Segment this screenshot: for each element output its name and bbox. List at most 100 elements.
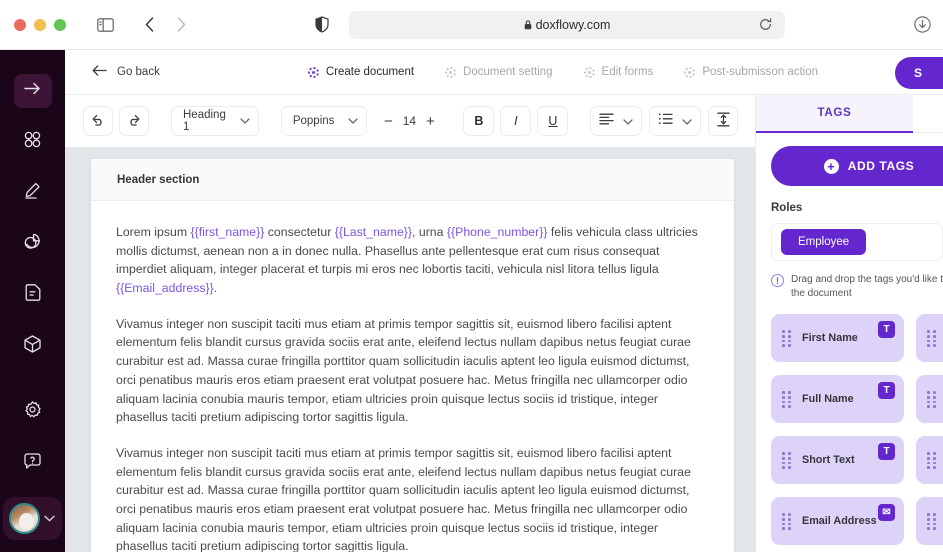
tag-card[interactable]: Signature✎	[916, 497, 943, 546]
sidebar-toggle-icon[interactable]	[92, 12, 118, 38]
save-button-label: S	[913, 66, 922, 80]
header-section-band: Header section	[91, 159, 734, 201]
underline-label: U	[548, 114, 558, 128]
drag-handle-icon[interactable]	[782, 391, 791, 408]
info-icon: !	[771, 274, 784, 287]
list-style-select[interactable]	[649, 106, 702, 136]
drag-handle-icon[interactable]	[927, 452, 936, 469]
document-icon	[25, 284, 41, 306]
undo-button[interactable]	[83, 106, 113, 136]
paragraph-text: , urna	[412, 225, 447, 239]
chevron-down-icon	[240, 115, 250, 127]
drag-handle-icon[interactable]	[927, 513, 936, 530]
heading-style-value: Heading 1	[183, 109, 226, 133]
tag-card[interactable]: Long TextT	[916, 375, 943, 424]
text-align-select[interactable]	[590, 106, 643, 136]
minimize-window-button[interactable]	[34, 18, 46, 31]
chevron-down-icon	[623, 112, 634, 130]
tag-card[interactable]: Short Text T	[771, 436, 904, 485]
plus-circle-icon: +	[823, 158, 839, 174]
chevron-down-icon	[44, 515, 55, 522]
user-menu[interactable]	[3, 497, 62, 540]
document-paragraph[interactable]: Vivamus integer non suscipit taciti mus …	[116, 315, 709, 427]
tab-create-document[interactable]: Create document	[307, 66, 415, 78]
header-section-label: Header section	[117, 173, 200, 186]
add-tags-button[interactable]: + ADD TAGS	[771, 146, 943, 186]
undo-icon	[91, 114, 105, 129]
underline-button[interactable]: U	[537, 106, 569, 136]
save-button[interactable]: S	[895, 57, 943, 89]
sidebar-item-edit[interactable]	[14, 176, 52, 210]
drag-handle-icon[interactable]	[927, 330, 936, 347]
sidebar-item-integrations[interactable]	[14, 329, 52, 363]
download-icon[interactable]	[909, 12, 935, 38]
heading-style-select[interactable]: Heading 1	[171, 106, 259, 136]
document-paragraph[interactable]: Vivamus integer non suscipit taciti mus …	[116, 444, 709, 552]
reload-icon[interactable]	[752, 12, 778, 38]
browser-chrome: doxflowy.com	[0, 0, 943, 50]
font-size-value: 14	[402, 114, 417, 128]
document-canvas[interactable]: Header section Lorem ipsum {{first_name}…	[65, 147, 755, 552]
tab-tags[interactable]: TAGS	[756, 95, 913, 133]
drag-handle-icon[interactable]	[782, 330, 791, 347]
sidebar-item-documents[interactable]	[14, 278, 52, 312]
add-tags-label: ADD TAGS	[847, 159, 915, 173]
tags-panel: TAGS + ADD TAGS Roles Employee ! Drag an…	[755, 95, 943, 552]
grid-dashboard-icon	[24, 131, 41, 153]
italic-button[interactable]: I	[500, 106, 532, 136]
drag-handle-icon[interactable]	[782, 452, 791, 469]
shield-icon[interactable]	[309, 12, 335, 38]
redo-button[interactable]	[119, 106, 149, 136]
go-back-button[interactable]: Go back	[92, 65, 160, 79]
workflow-topnav: Go back Create document Document setting…	[65, 50, 943, 95]
document-body[interactable]: Lorem ipsum {{first_name}} consectetur {…	[91, 201, 734, 552]
browser-nav-arrows[interactable]	[136, 12, 194, 38]
font-family-select[interactable]: Poppins	[280, 106, 368, 136]
paragraph-text: Vivamus integer non suscipit taciti mus …	[116, 316, 691, 425]
tag-card[interactable]: Last NameT	[916, 314, 943, 363]
tag-card[interactable]: Zip CodeT	[916, 436, 943, 485]
tab-post-submission-action[interactable]: Post-submisson action	[684, 66, 818, 78]
sidebar-item-dashboard[interactable]	[14, 125, 52, 159]
tag-card[interactable]: First Name T	[771, 314, 904, 363]
sidebar-item-help[interactable]	[14, 446, 52, 480]
forward-arrow-icon[interactable]	[168, 12, 194, 38]
left-nav-rail	[0, 50, 65, 552]
document-page[interactable]: Header section Lorem ipsum {{first_name}…	[91, 159, 734, 552]
tab-label: Post-submisson action	[702, 66, 819, 78]
document-paragraph[interactable]: Lorem ipsum {{first_name}} consectetur {…	[116, 223, 709, 298]
text-type-icon: T	[878, 443, 895, 461]
workflow-steps: Create document Document setting Edit fo…	[307, 66, 818, 78]
chevron-down-icon	[682, 112, 693, 130]
bold-button[interactable]: B	[463, 106, 495, 136]
tag-label: First Name	[802, 332, 858, 345]
window-traffic-lights[interactable]	[14, 18, 66, 31]
text-type-icon: T	[878, 382, 895, 400]
font-size-decrease-button[interactable]: −	[377, 107, 399, 135]
tag-card[interactable]: Full Name T	[771, 375, 904, 424]
maximize-window-button[interactable]	[54, 18, 66, 31]
tab-label: Create document	[325, 66, 415, 78]
roles-box[interactable]: Employee	[771, 223, 943, 261]
tab-document-setting[interactable]: Document setting	[445, 66, 553, 78]
history-group	[83, 106, 149, 136]
url-bar[interactable]: doxflowy.com	[349, 10, 785, 39]
tab-edit-forms[interactable]: Edit forms	[583, 66, 653, 78]
sidebar-item-expand[interactable]	[13, 74, 52, 108]
font-size-stepper[interactable]: − 14 +	[377, 107, 441, 135]
font-size-increase-button[interactable]: +	[419, 107, 441, 135]
drag-handle-icon[interactable]	[782, 513, 791, 530]
tag-label: Full Name	[802, 393, 854, 406]
role-chip-employee[interactable]: Employee	[781, 229, 867, 255]
line-height-button[interactable]	[708, 106, 739, 136]
sidebar-item-analytics[interactable]	[14, 227, 52, 261]
tag-card[interactable]: Email Address ✉	[771, 497, 904, 546]
step-radio-icon	[583, 66, 595, 78]
roles-label: Roles	[771, 202, 803, 214]
back-arrow-icon[interactable]	[136, 12, 162, 38]
close-window-button[interactable]	[14, 18, 26, 31]
drag-handle-icon[interactable]	[927, 391, 936, 408]
variable-token: {{first_name}}	[190, 225, 265, 239]
chart-pie-icon	[24, 233, 41, 255]
sidebar-item-settings[interactable]	[14, 395, 52, 429]
